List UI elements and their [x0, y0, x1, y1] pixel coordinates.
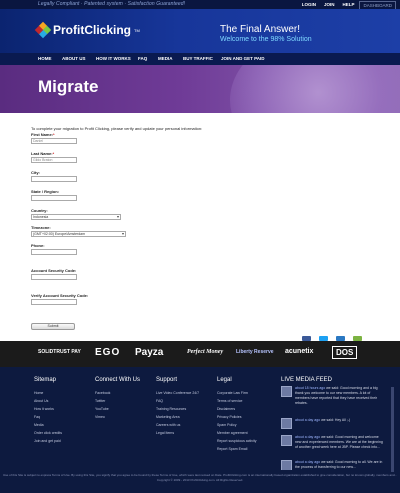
timezone-label: Timezone: [31, 225, 51, 230]
live-feed-title: LIVE MEDIA FEED [281, 377, 333, 383]
copyright: Copyright © 2009 - 2013 ProfitClicking.c… [156, 478, 244, 482]
verify-code-label: Verify Account Security Code: [31, 293, 89, 298]
avatar [281, 418, 292, 429]
nav-media[interactable]: MEDIA [158, 56, 173, 61]
security-code-label: Account Security Code: [31, 268, 77, 273]
feed-scrollbar[interactable] [391, 387, 394, 472]
dos-badge: DOS [332, 346, 358, 359]
footer-link-law-firm[interactable]: Corporate Law Firm [217, 391, 248, 395]
legal-notice: Use of this Site is subject to express T… [0, 473, 400, 483]
footer-link-facebook[interactable]: Facebook [95, 391, 110, 395]
phone-input[interactable] [31, 249, 77, 255]
footer-link-training[interactable]: Training Resources [156, 407, 186, 411]
logo-trademark: TM [134, 27, 140, 33]
migrate-form: To complete your migration to Profit Cli… [0, 117, 400, 341]
country-select[interactable]: Indonesia [31, 214, 121, 220]
logo[interactable]: ProfitClicking TM [34, 21, 140, 39]
nav-buy-traffic[interactable]: BUY TRAFFIC [183, 56, 213, 61]
footer-link-disclaimers[interactable]: Disclaimers [217, 407, 235, 411]
main-nav: HOME ABOUT US HOW IT WORKS FAQ MEDIA BUY… [0, 53, 400, 65]
submit-button[interactable]: Submit [31, 323, 75, 330]
tagline: Legally Compliant · Patented system · Sa… [38, 1, 186, 7]
footer-link-live-video[interactable]: Live Video Conference 24/7 [156, 391, 199, 395]
sitemap-title: Sitemap [34, 377, 57, 383]
avatar [281, 435, 292, 446]
form-intro: To complete your migration to Profit Cli… [31, 126, 203, 131]
feed-item: about 18 hours ago we said: Good morning… [281, 386, 386, 411]
connect-title: Connect With Us [95, 377, 141, 383]
footer-link-faq[interactable]: Faq [34, 415, 40, 419]
footer-link-twitter[interactable]: Twitter [95, 399, 105, 403]
ego-logo: EGO [95, 347, 121, 358]
footer-link-youtube[interactable]: YouTube [95, 407, 109, 411]
logo-text: ProfitClicking [53, 23, 132, 37]
header: ProfitClicking TM The Final Answer! Welc… [0, 9, 400, 53]
footer-link-how-it-works[interactable]: How it works [34, 407, 54, 411]
support-title: Support [156, 377, 178, 383]
footer-link-home[interactable]: Home [34, 391, 43, 395]
state-input[interactable] [31, 195, 77, 201]
footer-link-join[interactable]: Join and get paid [34, 439, 61, 443]
footer-link-support-faq[interactable]: FAQ [156, 399, 163, 403]
header-subheadline: Welcome to the 98% Solution [220, 36, 312, 43]
footer-link-member-agreement[interactable]: Member agreement [217, 431, 248, 435]
feed-item: about a day ago we said: Hey All ;-) [281, 418, 386, 429]
last-name-label: Last Name:* [31, 151, 55, 156]
footer-link-media[interactable]: Media [34, 423, 44, 427]
footer-link-careers[interactable]: Careers with us [156, 423, 180, 427]
last-name-input[interactable]: Gildo Braton [31, 157, 77, 163]
partner-logos: SOLIDTRUST PAY EGO Payza Perfect Money L… [0, 341, 400, 367]
nav-about-us[interactable]: ABOUT US [62, 56, 86, 61]
footer-link-report-spam[interactable]: Report Spam Email [217, 447, 247, 451]
security-code-input[interactable] [31, 274, 77, 280]
timezone-select[interactable]: (GMT+02:00) Europe/Amsterdam [31, 231, 126, 237]
globe-graphic [230, 65, 400, 113]
liberty-reserve-logo: Liberty Reserve [236, 349, 274, 355]
logo-star-icon [34, 21, 52, 39]
phone-label: Phone: [31, 243, 45, 248]
page-banner: Migrate [0, 65, 400, 113]
city-label: City: [31, 170, 40, 175]
nav-how-it-works[interactable]: HOW IT WORKS [96, 56, 131, 61]
avatar [281, 460, 292, 470]
nav-faq[interactable]: FAQ [138, 56, 147, 61]
footer-link-legal-items[interactable]: Legal Items [156, 431, 174, 435]
top-strip: Legally Compliant · Patented system · Sa… [0, 0, 400, 10]
acunetix-logo: acunetix [285, 348, 314, 355]
country-label: Country: [31, 208, 48, 213]
nav-join-and-get-paid[interactable]: JOIN AND GET PAID [221, 56, 265, 61]
feed-item: about a day ago we said: Good morning to… [281, 460, 386, 470]
page-title: Migrate [38, 77, 99, 96]
solidtrustpay-logo: SOLIDTRUST PAY [38, 349, 81, 355]
footer-link-privacy[interactable]: Privacy Policies [217, 415, 242, 419]
footer-link-about[interactable]: About Us [34, 399, 48, 403]
header-headline: The Final Answer! [220, 24, 301, 35]
footer-link-spam-policy[interactable]: Spam Policy [217, 423, 236, 427]
perfect-money-logo: Perfect Money [187, 349, 224, 355]
first-name-label: First Name:* [31, 132, 55, 137]
footer-link-report-activity[interactable]: Report suspicious activity [217, 439, 257, 443]
nav-home[interactable]: HOME [38, 56, 52, 61]
payza-logo: Payza [135, 347, 164, 358]
footer-link-terms[interactable]: Terms of service [217, 399, 242, 403]
first-name-input[interactable]: Daniel [31, 138, 77, 144]
verify-code-input[interactable] [31, 299, 77, 305]
legal-title: Legal [217, 377, 232, 383]
feed-item: about a day ago we said: Good morning an… [281, 435, 386, 455]
footer-link-marketing[interactable]: Marketing Area [156, 415, 180, 419]
city-input[interactable] [31, 176, 77, 182]
footer-link-order-credits[interactable]: Order click credits [34, 431, 62, 435]
state-label: State / Region: [31, 189, 60, 194]
footer-link-vimeo[interactable]: Vimeo [95, 415, 105, 419]
avatar [281, 386, 292, 397]
